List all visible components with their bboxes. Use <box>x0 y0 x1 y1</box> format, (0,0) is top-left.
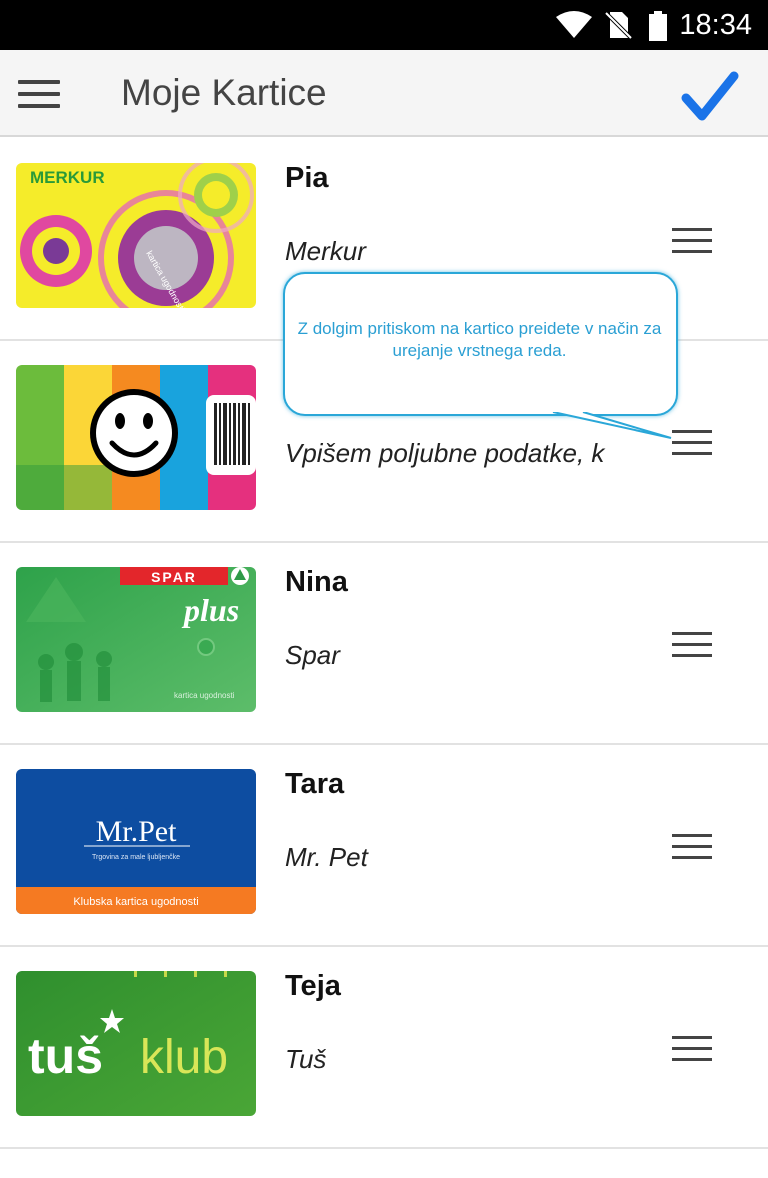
drag-handle-icon[interactable] <box>670 630 714 662</box>
svg-text:plus: plus <box>181 592 239 628</box>
svg-text:Klubska kartica ugodnosti: Klubska kartica ugodnosti <box>73 896 198 908</box>
store-name: Spar <box>285 640 340 670</box>
list-item[interactable]: SPAR plus kartica ugodnosti Nina Spar <box>0 543 768 745</box>
svg-text:Mr.Pet: Mr.Pet <box>96 815 178 848</box>
svg-text:MERKUR: MERKUR <box>30 168 105 187</box>
store-name: Merkur <box>285 236 366 266</box>
svg-text:SPAR: SPAR <box>151 569 197 585</box>
mrpet-card-image: Mr.Pet Trgovina za male ljubljenčke Klub… <box>16 769 256 914</box>
hamburger-menu-icon[interactable] <box>18 78 62 110</box>
app-bar: Moje Kartice <box>0 50 768 137</box>
custom-card-image <box>16 365 256 510</box>
card-holder-name: Tara <box>285 768 345 800</box>
merkur-card-image: MERKUR kartica ugodnosti <box>16 163 256 308</box>
checkmark-icon[interactable] <box>680 70 740 126</box>
spar-card-image: SPAR plus kartica ugodnosti <box>16 567 256 712</box>
svg-text:kartica ugodnosti: kartica ugodnosti <box>174 691 235 700</box>
store-name: Tuš <box>285 1044 327 1074</box>
card-holder-name: Pia <box>285 162 329 194</box>
status-time: 18:34 <box>679 9 752 41</box>
battery-icon <box>649 11 667 41</box>
drag-handle-icon[interactable] <box>670 1034 714 1066</box>
drag-handle-icon[interactable] <box>670 832 714 864</box>
tooltip-pointer <box>551 408 672 439</box>
wifi-icon <box>556 11 592 38</box>
list-item[interactable]: Mr.Pet Trgovina za male ljubljenčke Klub… <box>0 745 768 947</box>
card-holder-name: Teja <box>285 970 341 1002</box>
status-bar: 18:34 <box>0 0 768 50</box>
svg-text:klub: klub <box>140 1031 228 1084</box>
svg-text:Trgovina za male ljubljenčke: Trgovina za male ljubljenčke <box>92 854 180 861</box>
store-name: Mr. Pet <box>285 842 368 872</box>
reorder-hint-tooltip[interactable]: Z dolgim pritiskom na kartico preidete v… <box>283 272 678 439</box>
card-holder-name: Nina <box>285 566 348 598</box>
no-sim-icon <box>604 11 632 39</box>
page-title: Moje Kartice <box>121 72 327 113</box>
tooltip-text: Z dolgim pritiskom na kartico preidete v… <box>297 319 662 360</box>
list-item[interactable]: tuš klub Teja Tuš <box>0 947 768 1149</box>
drag-handle-icon[interactable] <box>670 226 714 258</box>
tus-card-image: tuš klub <box>16 971 256 1116</box>
svg-text:tuš: tuš <box>28 1028 103 1084</box>
